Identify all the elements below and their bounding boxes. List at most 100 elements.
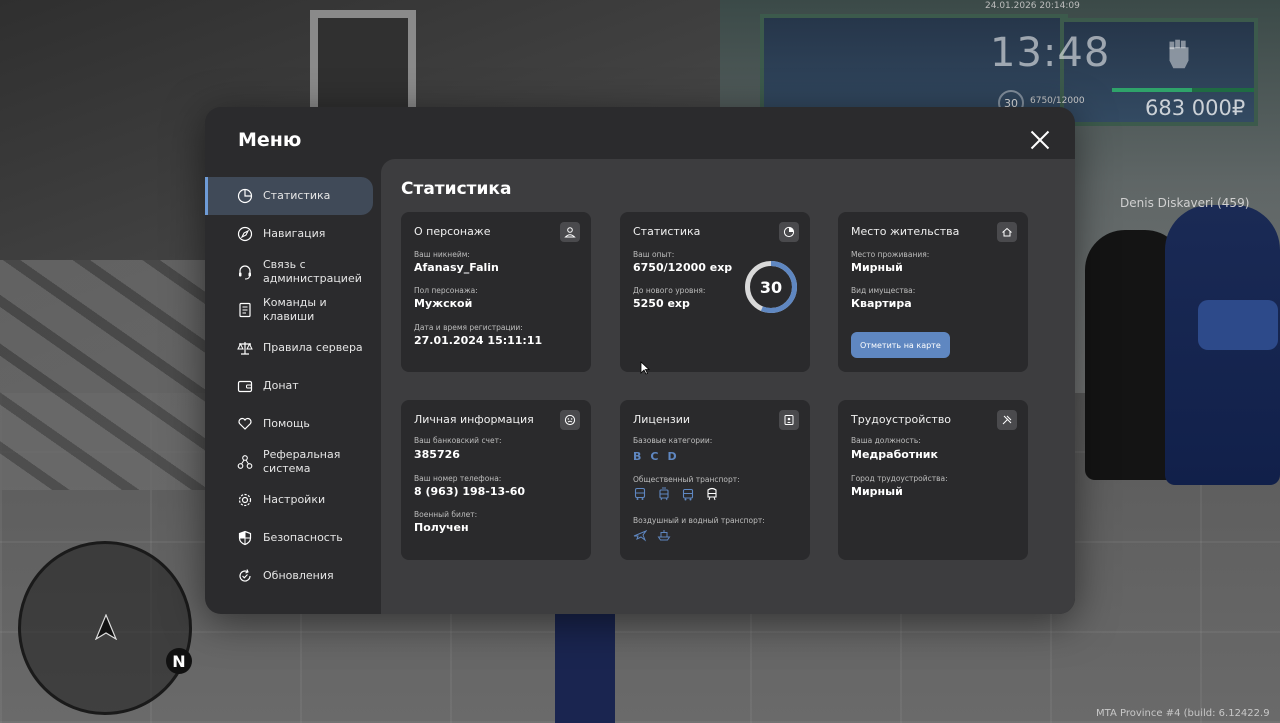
plane-icon xyxy=(633,530,647,542)
card-title: Лицензии xyxy=(633,413,691,426)
sidebar-item-label: Реферальная система xyxy=(263,448,341,475)
license-category: C xyxy=(650,450,659,463)
sidebar-item-commands[interactable]: Команды и клавиши xyxy=(205,291,381,329)
refresh-icon xyxy=(239,569,251,582)
pie-chart-icon xyxy=(237,188,253,204)
sidebar-item-label: Связь с администрацией xyxy=(263,258,362,285)
property-value: Квартира xyxy=(851,297,912,310)
heart-hands-icon xyxy=(238,417,252,430)
server-watermark: MTA Province #4 (build: 6.12422.9 xyxy=(1096,708,1270,719)
player-character xyxy=(555,610,615,723)
id-card-icon xyxy=(779,410,799,430)
sidebar-item-statistics[interactable]: Статистика xyxy=(205,177,373,215)
phone-value: 8 (963) 198-13-60 xyxy=(414,485,526,498)
registration-value: 27.01.2024 15:11:11 xyxy=(414,334,543,347)
level-progress-ring: 30 xyxy=(744,260,798,314)
personal-info-card: Личная информация Ваш банковский счет: 3… xyxy=(401,400,591,560)
user-icon xyxy=(560,222,580,242)
statistics-card: Статистика Ваш опыт: 6750/12000 exp До н… xyxy=(620,212,810,372)
character-card: О персонаже Ваш никнейм: Afanasy_Falin П… xyxy=(401,212,591,372)
train-icon xyxy=(707,487,717,501)
sidebar-item-updates[interactable]: Обновления xyxy=(205,557,381,595)
smile-icon xyxy=(560,410,580,430)
health-bar-fill xyxy=(1112,88,1192,92)
nickname-value: Afanasy_Falin xyxy=(414,261,499,274)
card-title: Личная информация xyxy=(414,413,534,426)
player-arrow-icon xyxy=(94,614,118,640)
bank-value: 385726 xyxy=(414,448,460,461)
place-value: Мирный xyxy=(851,261,903,274)
sidebar-item-navigation[interactable]: Навигация xyxy=(205,215,381,253)
public-transport-icons xyxy=(633,487,719,501)
document-icon xyxy=(239,302,251,318)
gear-icon xyxy=(238,493,252,507)
tram-icon xyxy=(659,487,669,501)
licenses-card: Лицензии Базовые категории: B C D Общест… xyxy=(620,400,810,560)
menu-title: Меню xyxy=(238,129,302,151)
scales-icon xyxy=(237,342,253,355)
military-label: Военный билет: xyxy=(414,510,478,519)
home-icon xyxy=(997,222,1017,242)
north-marker: N xyxy=(166,648,192,674)
exp-label: Ваш опыт: xyxy=(633,250,675,259)
job-city-value: Мирный xyxy=(851,485,903,498)
job-value: Медработник xyxy=(851,448,938,461)
gender-value: Мужской xyxy=(414,297,473,310)
sidebar-item-help[interactable]: Помощь xyxy=(205,405,381,443)
license-category: D xyxy=(667,450,677,463)
player-nametag: Denis Diskaveri (459) xyxy=(1120,196,1250,210)
bus-icon xyxy=(634,487,646,500)
waiting-benches xyxy=(0,260,230,490)
registration-label: Дата и время регистрации: xyxy=(414,323,523,332)
nickname-label: Ваш никнейм: xyxy=(414,250,470,259)
sidebar-item-admin-contact[interactable]: Связь с администрацией xyxy=(205,253,381,291)
statistics-panel: Статистика О персонаже Ваш никнейм: Afan… xyxy=(381,159,1075,614)
sidebar-item-label: Команды и клавиши xyxy=(263,296,327,323)
military-value: Получен xyxy=(414,521,469,534)
job-label: Ваша должность: xyxy=(851,436,921,445)
headset-icon xyxy=(239,265,251,280)
card-title: Место жительства xyxy=(851,225,960,238)
hud-clock: 13:48 xyxy=(990,30,1111,76)
menu-sidebar: Статистика Навигация Связь с администрац… xyxy=(205,177,381,595)
sidebar-item-label: Статистика xyxy=(263,189,331,202)
mark-on-map-button[interactable]: Отметить на карте xyxy=(851,332,950,358)
bank-label: Ваш банковский счет: xyxy=(414,436,502,445)
sidebar-item-referral[interactable]: Реферальная система xyxy=(205,443,381,481)
air-water-transport-label: Воздушный и водный транспорт: xyxy=(633,516,765,525)
trolleybus-icon xyxy=(682,488,694,501)
minimap-radar: N xyxy=(18,541,192,715)
property-label: Вид имущества: xyxy=(851,286,916,295)
sidebar-item-label: Правила сервера xyxy=(263,341,363,354)
wallet-icon xyxy=(237,380,253,393)
sidebar-item-rules[interactable]: Правила сервера xyxy=(205,329,381,367)
sidebar-item-label: Помощь xyxy=(263,417,310,430)
hud-datetime: 24.01.2026 20:14:09 xyxy=(985,1,1080,11)
clock-chart-icon xyxy=(779,222,799,242)
next-level-label: До нового уровня: xyxy=(633,286,706,295)
exp-value: 6750/12000 exp xyxy=(633,261,733,274)
job-city-label: Город трудоустройства: xyxy=(851,474,948,483)
sidebar-item-security[interactable]: Безопасность xyxy=(205,519,381,557)
next-level-value: 5250 exp xyxy=(633,297,690,310)
boat-icon xyxy=(657,530,671,541)
tools-icon xyxy=(997,410,1017,430)
license-category: B xyxy=(633,450,642,463)
close-icon[interactable] xyxy=(1030,130,1050,150)
employment-card: Трудоустройство Ваша должность: Медработ… xyxy=(838,400,1028,560)
card-title: Трудоустройство xyxy=(851,413,952,426)
air-water-transport-icons xyxy=(633,528,671,542)
page-title: Статистика xyxy=(401,179,512,199)
card-title: О персонаже xyxy=(414,225,491,238)
compass-icon xyxy=(237,226,253,242)
card-title: Статистика xyxy=(633,225,701,238)
fist-icon xyxy=(1169,39,1189,69)
gender-label: Пол персонажа: xyxy=(414,286,478,295)
sidebar-item-donate[interactable]: Донат xyxy=(205,367,381,405)
sidebar-item-label: Навигация xyxy=(263,227,326,240)
door xyxy=(310,10,416,118)
sidebar-item-settings[interactable]: Настройки xyxy=(205,481,381,519)
sidebar-item-label: Донат xyxy=(263,379,299,392)
basic-categories-label: Базовые категории: xyxy=(633,436,713,445)
place-label: Место проживания: xyxy=(851,250,930,259)
